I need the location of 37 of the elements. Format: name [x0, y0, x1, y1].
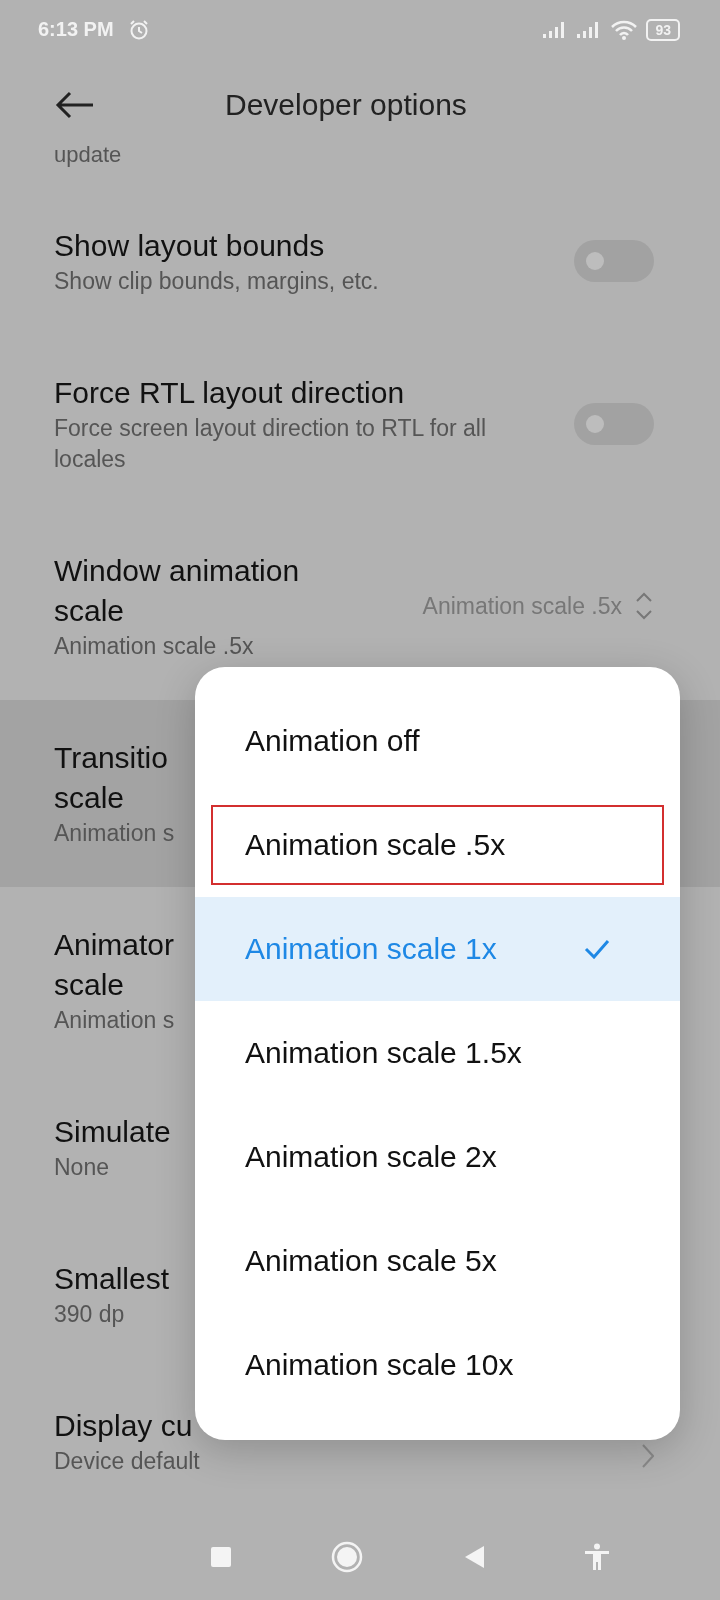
- toggle-switch[interactable]: [574, 240, 654, 283]
- setting-title: Window animation scale: [54, 552, 301, 629]
- setting-subtitle: Animation s: [54, 1005, 175, 1035]
- setting-title: Transitio scale: [54, 739, 168, 816]
- setting-value: Animation scale .5x: [421, 592, 622, 622]
- back-arrow-icon[interactable]: [55, 90, 95, 119]
- battery-indicator: 93: [646, 18, 680, 41]
- option-item[interactable]: Animation scale 1.5x: [195, 1001, 680, 1105]
- setting-subtitle: 390 dp: [54, 1299, 125, 1329]
- toggle-switch[interactable]: [574, 402, 654, 445]
- status-time: 6:13 PM: [38, 18, 114, 42]
- setting-title: Display cu: [54, 1407, 193, 1444]
- setting-title: Animator scale: [54, 926, 175, 1003]
- setting-title: Force RTL layout direction: [54, 374, 405, 411]
- home-icon[interactable]: [331, 1541, 364, 1574]
- setting-subtitle: update: [54, 142, 122, 168]
- option-item[interactable]: Animation scale 10x: [195, 1313, 680, 1417]
- settings-row[interactable]: Show layout bounds Show clip bounds, margins, etc.: [0, 187, 720, 335]
- setting-title: Smallest: [54, 1260, 170, 1297]
- recents-icon[interactable]: [209, 1546, 232, 1569]
- chevron-right-icon: [642, 1444, 654, 1469]
- wifi-icon: [610, 19, 639, 40]
- setting-subtitle: None: [54, 1152, 109, 1182]
- setting-title: Show layout bounds: [54, 227, 325, 264]
- check-icon: [584, 939, 610, 959]
- option-item[interactable]: Animation scale .5x: [195, 793, 680, 897]
- setting-subtitle: Force screen layout direction to RTL for all locales: [54, 413, 488, 474]
- setting-subtitle: Animation s: [54, 818, 175, 848]
- accessibility-icon[interactable]: [584, 1543, 611, 1572]
- settings-row[interactable]: Force RTL layout direction Force screen layout direction to RTL for all locales: [0, 334, 720, 513]
- option-item[interactable]: Animation scale 2x: [195, 1105, 680, 1209]
- setting-subtitle: Device default: [54, 1446, 200, 1476]
- setting-subtitle: Animation scale .5x: [54, 631, 254, 661]
- page-title: Developer options: [225, 87, 467, 122]
- setting-subtitle: Show clip bounds, margins, etc.: [54, 266, 379, 296]
- setting-title: Simulate: [54, 1113, 171, 1150]
- option-item[interactable]: Animation scale 5x: [195, 1209, 680, 1313]
